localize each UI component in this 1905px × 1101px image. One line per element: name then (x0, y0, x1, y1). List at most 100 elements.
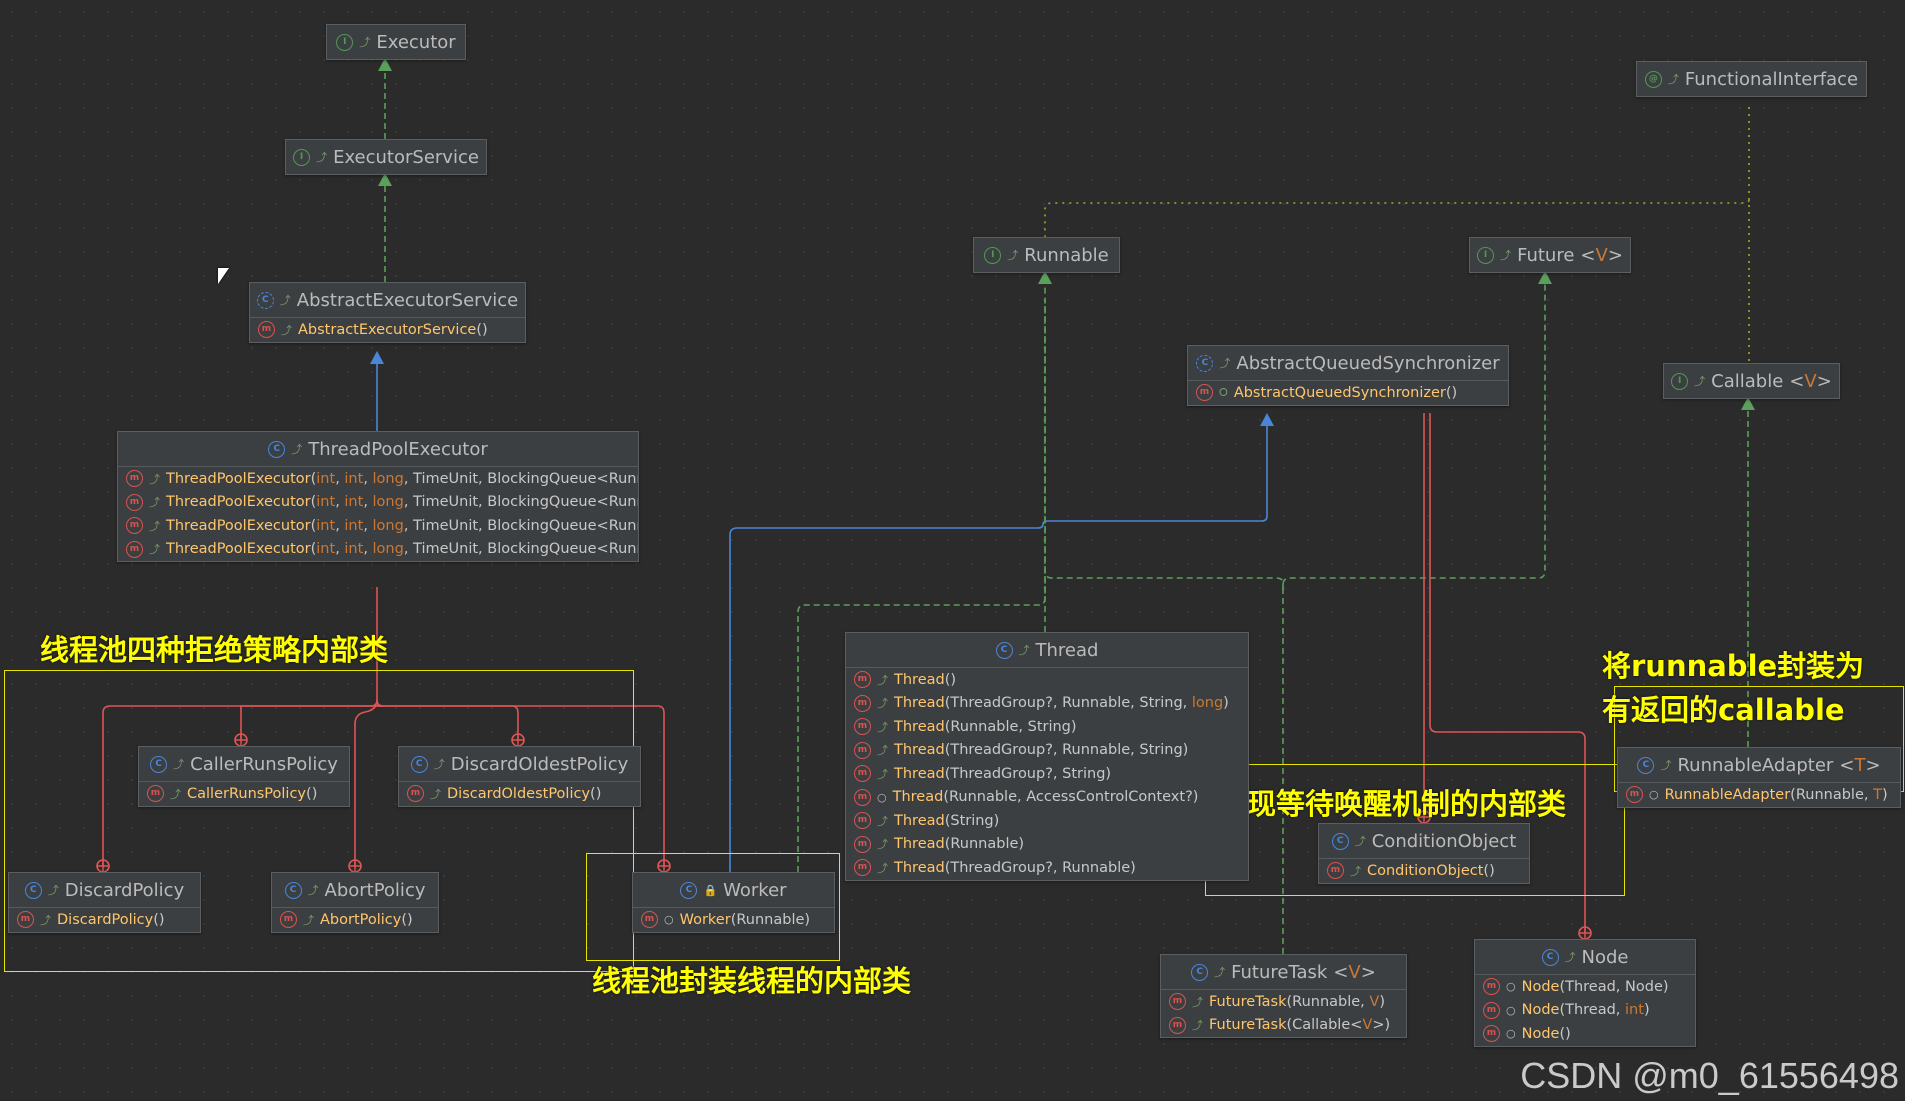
thread-constructor-row[interactable]: m ⤴ Thread(ThreadGroup?, Runnable, String,… (846, 692, 1248, 716)
callerruns-inner-icon-cross (235, 734, 247, 746)
thread-constructor-row[interactable]: m ⤴ Thread() (846, 668, 1248, 692)
future-task-constructor-row[interactable]: m ⤴ FutureTask(Runnable, V) (1161, 990, 1406, 1014)
executor-node[interactable]: I ⤴ Executor (326, 24, 466, 60)
abstract-executor-service-node[interactable]: C ⤴ AbstractExecutorService m ⤴ AbstractExecu… (249, 282, 526, 343)
callable-node[interactable]: I ⤴ Callable <V> (1663, 363, 1840, 399)
caller-runs-policy-node[interactable]: C ⤴ CallerRunsPolicy m ⤴ CallerRunsPolicy() (138, 746, 350, 807)
aqs-constructor-row[interactable]: m ⭘ AbstractQueuedSynchronizer() (1188, 381, 1508, 405)
thread-pool-executor-constructor-row[interactable]: m ⤴ ThreadPoolExecutor(int, int, long, Tim… (118, 467, 638, 491)
node-constructor-row[interactable]: m ○ Node() (1475, 1022, 1695, 1046)
aqs-node[interactable]: C ⤴ AbstractQueuedSynchronizer m ⭘ AbstractQu… (1187, 345, 1509, 406)
public-visibility-icon: ⤴ (1354, 835, 1366, 848)
discardpolicy-inner-icon (96, 859, 110, 873)
runnable-adapter-type-parameter: <T> (1839, 754, 1881, 776)
public-visibility-icon: ⤴ (316, 151, 328, 164)
prot-visibility-icon: ⭘ (1219, 385, 1228, 399)
discard-policy-title: DiscardPolicy (64, 879, 185, 901)
abortpolicy-inner-icon-cross (349, 860, 361, 872)
public-visibility-icon: ⤴ (1694, 375, 1706, 388)
method-icon: m (854, 788, 871, 806)
worker-constructor-row[interactable]: m ○ Worker(Runnable) (633, 908, 834, 932)
public-visibility-icon: ⤴ (47, 884, 59, 897)
condition-object-constructor-row[interactable]: m ⤴ ConditionObject() (1319, 859, 1529, 883)
worker-node[interactable]: C 🔒 Worker m ○ Worker(Runnable) (632, 872, 835, 933)
future-task-constructor-row[interactable]: m ⤴ FutureTask(Callable<V>) (1161, 1014, 1406, 1038)
public-visibility-icon: ⤴ (291, 443, 303, 456)
future-type-parameter: <V> (1580, 244, 1623, 266)
caller-runs-policy-constructor-row[interactable]: m ⤴ CallerRunsPolicy() (139, 782, 349, 806)
thread-constructor-row[interactable]: m ⤴ Thread(String) (846, 809, 1248, 833)
abort-policy-node[interactable]: C ⤴ AbortPolicy m ⤴ AbortPolicy() (271, 872, 439, 933)
callable-header: I ⤴ Callable <V> (1664, 364, 1839, 398)
public-visibility-icon: ⤴ (1214, 966, 1226, 979)
pub-visibility-icon: ⤴ (430, 787, 441, 801)
executor-service-header: I ⤴ ExecutorService (286, 140, 486, 174)
method-icon: m (1483, 1025, 1500, 1043)
functional-interface-title: FunctionalInterface (1684, 68, 1859, 90)
thread-constructor-row[interactable]: m ○ Thread(Runnable, AccessControlContext?… (846, 786, 1248, 810)
constructor-signature: FutureTask(Runnable, V) (1209, 993, 1385, 1010)
node-constructor-row[interactable]: m ○ Node(Thread, int) (1475, 999, 1695, 1023)
class-icon: C (1331, 832, 1349, 850)
runnable-adapter-header: C ⤴ RunnableAdapter <T> (1618, 748, 1900, 783)
node-header: C ⤴ Node (1475, 940, 1695, 975)
thread-constructor-row[interactable]: m ⤴ Thread(Runnable, String) (846, 715, 1248, 739)
thread-pool-executor-title: ThreadPoolExecutor (308, 438, 488, 460)
constructor-signature: CallerRunsPolicy() (187, 785, 318, 802)
method-icon: m (126, 470, 143, 488)
thread-constructor-row[interactable]: m ⤴ Thread(Runnable) (846, 833, 1248, 857)
callerruns-inner-edge (240, 699, 384, 740)
runnable-adapter-constructor-row[interactable]: m ○ RunnableAdapter(Runnable, T) (1618, 783, 1900, 807)
worker-inner-icon-cross (658, 860, 670, 872)
discard-policy-constructor-row[interactable]: m ⤴ DiscardPolicy() (9, 908, 200, 932)
constructor-signature: Thread() (894, 671, 957, 688)
discard-policy-node[interactable]: C ⤴ DiscardPolicy m ⤴ DiscardPolicy() (8, 872, 201, 933)
future-task-node[interactable]: C ⤴ FutureTask <V> m ⤴ FutureTask(Runnable, V)… (1160, 954, 1407, 1038)
discard-oldest-policy-header: C ⤴ DiscardOldestPolicy (399, 747, 640, 782)
thread-pool-executor-node[interactable]: C ⤴ ThreadPoolExecutor m ⤴ ThreadPoolExecutor… (117, 431, 639, 562)
abstract-executor-service-constructor-row[interactable]: m ⤴ AbstractExecutorService() (250, 318, 525, 342)
public-visibility-icon: ⤴ (1660, 759, 1672, 772)
pkg-visibility-icon: ○ (1506, 1027, 1516, 1041)
runnable-adapter-label-line2: 有返回的callable (1602, 693, 1845, 727)
thread-node[interactable]: C ⤴ Thread m ⤴ Thread() m ⤴ Thread(ThreadGroup?,… (845, 632, 1249, 881)
runnable-adapter-node[interactable]: C ⤴ RunnableAdapter <T> m ○ RunnableAdapter(Ru… (1617, 747, 1901, 808)
future-node[interactable]: I ⤴ Future <V> (1469, 237, 1631, 273)
discard-oldest-policy-node[interactable]: C ⤴ DiscardOldestPolicy m ⤴ DiscardOldestPoli… (398, 746, 641, 807)
node-constructor-row[interactable]: m ○ Node(Thread, Node) (1475, 975, 1695, 999)
thread-constructor-row[interactable]: m ⤴ Thread(ThreadGroup?, Runnable) (846, 856, 1248, 880)
class-static-icon: C (284, 881, 302, 899)
pkg-visibility-icon: ○ (664, 913, 674, 927)
discardpolicy-inner-icon-cross (97, 860, 109, 872)
abstract-executor-arrowhead (370, 351, 384, 364)
node-title: Node (1581, 946, 1629, 968)
constructor-signature: RunnableAdapter(Runnable, T) (1664, 786, 1888, 803)
pub-visibility-icon: ⤴ (1192, 1019, 1203, 1033)
functional-interface-node[interactable]: @ ⤴ FunctionalInterface (1636, 61, 1867, 97)
future-task-type-parameter: <V> (1333, 961, 1376, 983)
private-lock-icon: 🔒 (703, 883, 718, 897)
method-icon: m (258, 321, 275, 339)
condition-object-node[interactable]: C ⤴ ConditionObject m ⤴ ConditionObject() (1318, 823, 1530, 884)
constructor-signature: ThreadPoolExecutor(int, int, long, TimeU… (166, 494, 638, 511)
class-icon: C (995, 641, 1013, 659)
thread-constructor-row[interactable]: m ⤴ Thread(ThreadGroup?, String) (846, 762, 1248, 786)
constructor-signature: Thread(ThreadGroup?, Runnable, String) (894, 742, 1189, 759)
callable-type-parameter: <V> (1789, 370, 1832, 392)
aqs-arrowhead (1260, 413, 1274, 426)
annotation-icon: @ (1644, 70, 1662, 88)
thread-constructor-row[interactable]: m ⤴ Thread(ThreadGroup?, Runnable, String) (846, 739, 1248, 763)
interface-icon: I (1671, 372, 1689, 390)
method-icon: m (1169, 1016, 1186, 1034)
thread-pool-executor-constructor-row[interactable]: m ⤴ ThreadPoolExecutor(int, int, long, Tim… (118, 491, 638, 515)
runnable-adapter-label-line1: 将runnable封装为 (1602, 649, 1865, 683)
class-static-icon: C (1541, 948, 1559, 966)
abort-policy-constructor-row[interactable]: m ⤴ AbortPolicy() (272, 908, 438, 932)
executor-service-node[interactable]: I ⤴ ExecutorService (285, 139, 487, 175)
node-node[interactable]: C ⤴ Node m ○ Node(Thread, Node) m ○ Node(Thread,… (1474, 939, 1696, 1047)
discard-oldest-policy-constructor-row[interactable]: m ⤴ DiscardOldestPolicy() (399, 782, 640, 806)
pub-visibility-icon: ⤴ (877, 673, 888, 687)
runnable-node[interactable]: I ⤴ Runnable (973, 237, 1120, 273)
thread-pool-executor-constructor-row[interactable]: m ⤴ ThreadPoolExecutor(int, int, long, Tim… (118, 538, 638, 562)
thread-pool-executor-constructor-row[interactable]: m ⤴ ThreadPoolExecutor(int, int, long, Tim… (118, 514, 638, 538)
